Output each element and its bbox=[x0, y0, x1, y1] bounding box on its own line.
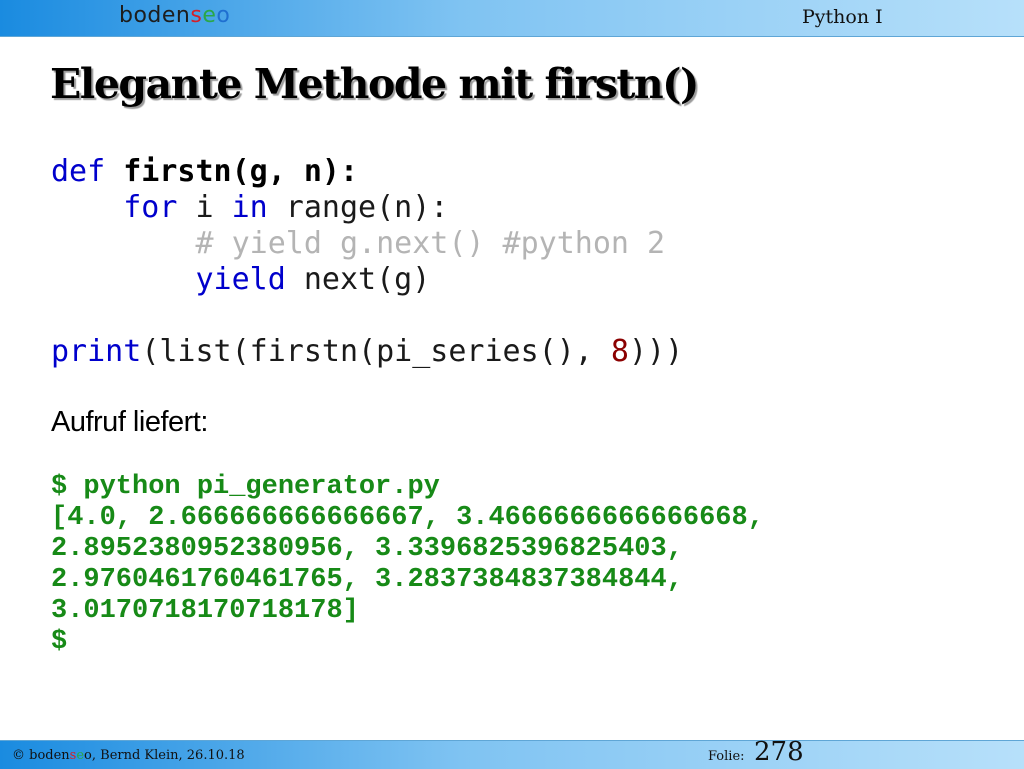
output-line: [4.0, 2.666666666666667, 3.4666666666666… bbox=[51, 503, 764, 533]
logo-text-e: e bbox=[202, 3, 217, 28]
code-yield-keyword: yield bbox=[195, 262, 286, 297]
code-print-fn: print bbox=[51, 334, 142, 369]
code-print-number: 8 bbox=[610, 334, 629, 369]
copyright-o: o bbox=[84, 748, 92, 763]
output-line: $ bbox=[51, 627, 68, 657]
folie-label: Folie: bbox=[708, 749, 745, 764]
code-for-rest: range(n): bbox=[267, 190, 449, 225]
code-block: def firstn(g, n): for i in range(n): # y… bbox=[51, 154, 683, 370]
bodenseo-logo: bodenseo bbox=[119, 3, 230, 28]
copyright-e: e bbox=[76, 748, 85, 763]
result-label: Aufruf liefert: bbox=[51, 406, 208, 438]
slide-footer: © bodenseo, Bernd Klein, 26.10.18 Folie:… bbox=[0, 737, 1024, 769]
output-line: $ python pi_generator.py bbox=[51, 472, 440, 502]
output-line: 3.0170718170718178] bbox=[51, 596, 359, 626]
output-line: 2.8952380952380956, 3.3396825396825403, bbox=[51, 534, 683, 564]
code-yield-rest: next(g) bbox=[285, 262, 431, 297]
code-print-close: ))) bbox=[628, 334, 684, 369]
copyright-prefix: © boden bbox=[12, 748, 70, 763]
page-number: 278 bbox=[754, 737, 804, 767]
code-for-var: i bbox=[177, 190, 232, 225]
logo-text-o: o bbox=[216, 3, 231, 28]
code-print-args: (list(firstn(pi_series(), bbox=[141, 334, 611, 369]
code-def-keyword: def bbox=[51, 154, 106, 189]
code-signature: firstn(g, n): bbox=[123, 154, 359, 189]
code-in-keyword: in bbox=[231, 190, 268, 225]
copyright-author-date: , Bernd Klein, 26.10.18 bbox=[91, 748, 245, 763]
logo-text-boden: boden bbox=[119, 3, 191, 28]
slide-header: bodenseo Python I bbox=[0, 0, 1024, 37]
code-comment: # yield g.next() #python 2 bbox=[195, 226, 666, 261]
terminal-output: $ python pi_generator.py [4.0, 2.6666666… bbox=[51, 472, 764, 658]
course-title: Python I bbox=[802, 6, 883, 28]
code-for-keyword: for bbox=[123, 190, 178, 225]
output-line: 2.9760461760461765, 3.2837384837384844, bbox=[51, 565, 683, 595]
copyright-notice: © bodenseo, Bernd Klein, 26.10.18 bbox=[12, 748, 245, 763]
slide-title: Elegante Methode mit firstn() bbox=[50, 60, 699, 108]
logo-text-s: s bbox=[190, 3, 203, 28]
